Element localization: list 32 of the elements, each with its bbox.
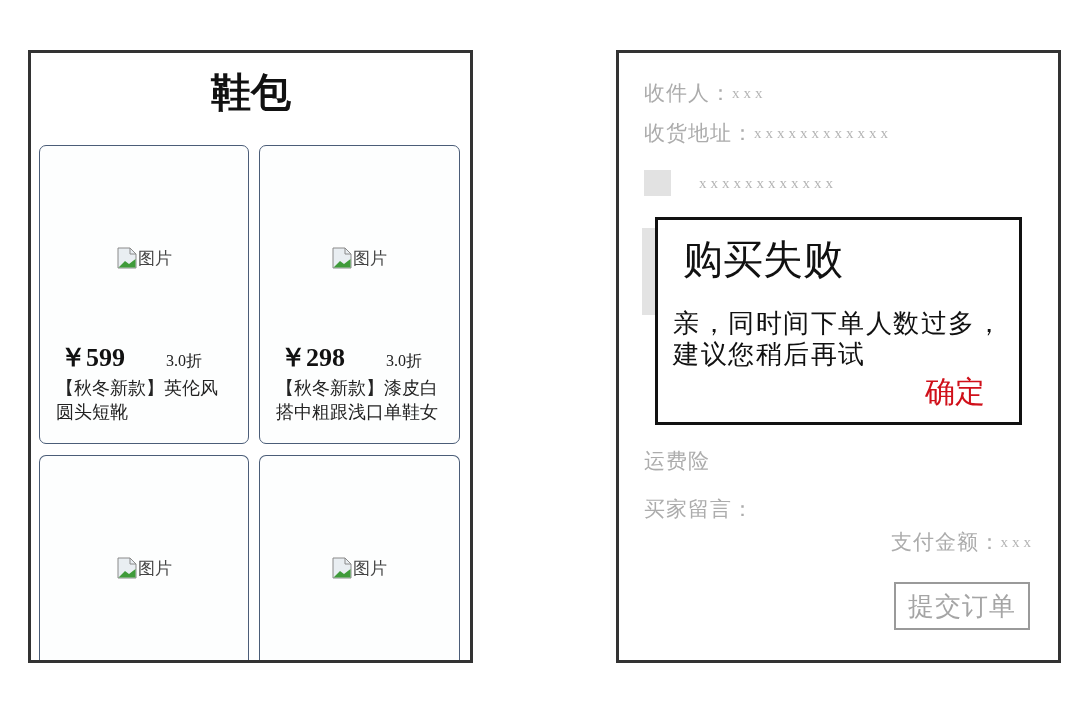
image-alt-text: 图片 — [353, 247, 387, 269]
discount-label: 3.0折 — [166, 351, 202, 371]
image-alt-text: 图片 — [137, 557, 172, 579]
discount-label: 3.0折 — [386, 351, 422, 371]
broken-image-icon — [116, 557, 137, 579]
product-card[interactable]: 图片 ￥298 3.0折 【秋冬新款】漆皮白搭中粗跟浅口单鞋女 — [259, 145, 460, 444]
dialog-message: 亲，同时间下单人数过多，建议您稍后再试 — [673, 308, 1004, 370]
field-value: xxxxxxxxxxxx — [754, 124, 892, 143]
image-alt-text: 图片 — [353, 557, 387, 579]
field-label: 买家留言： — [644, 496, 754, 523]
field-label: 收货地址： — [644, 120, 754, 147]
item-text: xxxxxxxxxxxx — [699, 174, 837, 193]
broken-image-icon — [332, 557, 352, 579]
field-label: 运费险 — [644, 448, 710, 475]
product-price: ￥599 — [60, 343, 126, 373]
image-placeholder-icon — [644, 170, 671, 196]
product-card[interactable]: 图片 — [39, 455, 249, 660]
field-value: xxx — [732, 84, 767, 103]
product-name: 【秋冬新款】漆皮白搭中粗跟浅口单鞋女 — [275, 377, 439, 424]
product-card[interactable]: 图片 — [259, 455, 460, 660]
field-value: xxx — [1000, 533, 1035, 552]
confirm-button[interactable]: 确定 — [925, 374, 985, 410]
product-price: ￥298 — [280, 343, 346, 373]
dialog-title: 购买失败 — [682, 236, 844, 284]
field-label: 支付金额： — [890, 529, 1001, 556]
broken-image-icon — [116, 247, 137, 269]
product-card[interactable]: 图片 ￥599 3.0折 【秋冬新款】英伦风圆头短靴 — [39, 145, 249, 444]
image-alt-text: 图片 — [137, 247, 172, 269]
page-title: 鞋包 — [209, 69, 292, 117]
product-name: 【秋冬新款】英伦风圆头短靴 — [55, 377, 219, 424]
field-label: 收件人： — [644, 80, 732, 107]
broken-image-icon — [332, 247, 352, 269]
